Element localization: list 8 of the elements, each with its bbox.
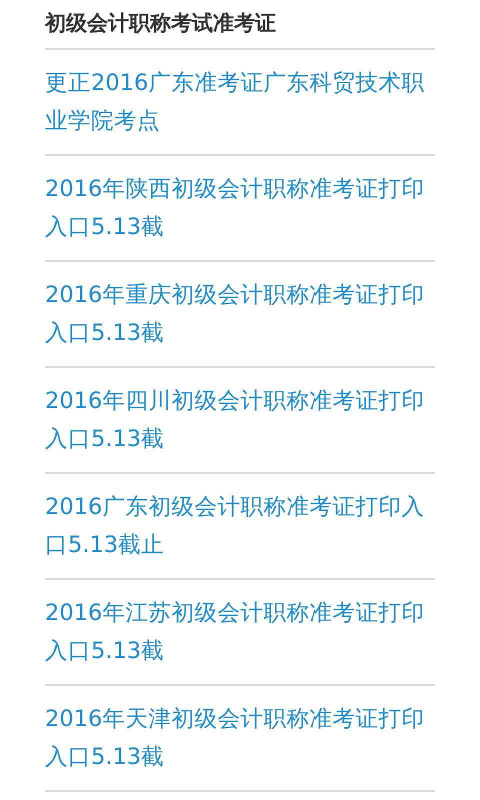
article-link[interactable]: 2016年天津初级会计职称准考证打印入口5.13截 [45, 700, 435, 776]
section-title: 初级会计职称考试准考证 [45, 0, 435, 50]
article-link[interactable]: 2016年江苏初级会计职称准考证打印入口5.13截 [45, 594, 435, 670]
article-link[interactable]: 2016年四川初级会计职称准考证打印入口5.13截 [45, 382, 435, 458]
article-link[interactable]: 更正2016广东准考证广东科贸技术职业学院考点 [45, 64, 435, 140]
article-link[interactable]: 2016年重庆初级会计职称准考证打印入口5.13截 [45, 276, 435, 352]
article-link[interactable]: 2016广东初级会计职称准考证打印入口5.13截止 [45, 488, 435, 564]
article-link[interactable]: 2016年陕西初级会计职称准考证打印入口5.13截 [45, 170, 435, 246]
